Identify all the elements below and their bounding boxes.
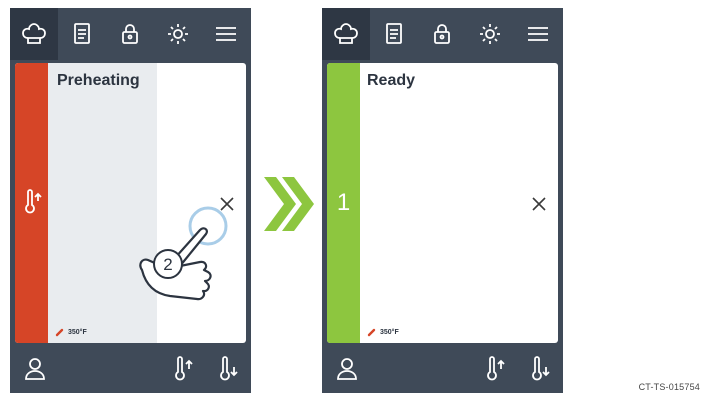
user-icon[interactable] bbox=[332, 354, 362, 384]
gesture-step-number: 2 bbox=[163, 255, 172, 274]
brightness-icon bbox=[168, 24, 188, 44]
temperature-up-icon[interactable] bbox=[168, 354, 198, 384]
temperature-exit-icon[interactable] bbox=[525, 354, 555, 384]
lock-icon bbox=[122, 24, 138, 44]
bottom-bar bbox=[10, 348, 251, 393]
tab-lock[interactable] bbox=[106, 8, 154, 60]
temperature-value: 350°F bbox=[68, 328, 87, 336]
brightness-icon bbox=[480, 24, 500, 44]
slot-number: 1 bbox=[336, 189, 351, 216]
thermometer-icon bbox=[367, 328, 376, 337]
figure-code: CT-TS-015754 bbox=[638, 382, 700, 392]
tab-menu[interactable] bbox=[202, 8, 250, 60]
tab-menu[interactable] bbox=[514, 8, 562, 60]
cooking-slot-card[interactable]: 1 Ready 350°F bbox=[327, 63, 558, 343]
close-icon[interactable] bbox=[530, 195, 548, 213]
tab-recipes[interactable] bbox=[370, 8, 418, 60]
slot-status: Preheating bbox=[57, 72, 140, 89]
temperature-rising-icon bbox=[25, 189, 42, 214]
temperature-readout: 350°F bbox=[55, 327, 87, 337]
bottom-bar bbox=[322, 348, 563, 393]
tab-brightness[interactable] bbox=[154, 8, 202, 60]
double-chevron-right-icon bbox=[264, 177, 314, 231]
recipe-book-icon bbox=[74, 23, 90, 44]
tab-brightness[interactable] bbox=[466, 8, 514, 60]
tab-cooking[interactable] bbox=[10, 8, 58, 60]
chef-hat-icon bbox=[22, 23, 46, 44]
preheating-screen: Preheating 350°F 2 bbox=[10, 8, 251, 393]
menu-icon bbox=[528, 27, 548, 41]
user-icon[interactable] bbox=[20, 354, 50, 384]
ready-screen: 1 Ready 350°F bbox=[322, 8, 563, 393]
top-navigation-bar bbox=[322, 8, 563, 60]
recipe-book-icon bbox=[386, 23, 402, 44]
temperature-value: 350°F bbox=[380, 328, 399, 336]
tab-cooking[interactable] bbox=[322, 8, 370, 60]
temperature-up-icon[interactable] bbox=[480, 354, 510, 384]
tab-recipes[interactable] bbox=[58, 8, 106, 60]
temperature-exit-icon[interactable] bbox=[213, 354, 243, 384]
top-navigation-bar bbox=[10, 8, 251, 60]
tap-gesture-hand-icon: 2 bbox=[139, 206, 228, 301]
thermometer-icon bbox=[55, 328, 64, 337]
menu-icon bbox=[216, 27, 236, 41]
chef-hat-icon bbox=[334, 23, 358, 44]
temperature-readout: 350°F bbox=[367, 327, 399, 337]
lock-icon bbox=[434, 24, 450, 44]
tab-lock[interactable] bbox=[418, 8, 466, 60]
slot-status: Ready bbox=[367, 72, 416, 89]
